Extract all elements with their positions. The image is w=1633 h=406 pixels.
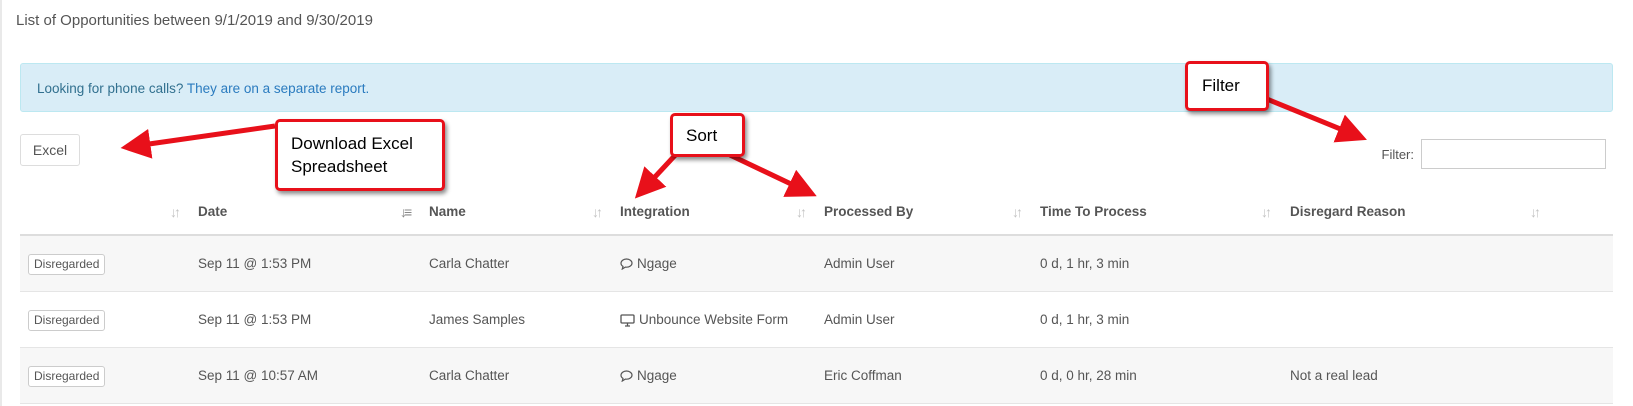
- cell-date: Sep 11 @ 1:53 PM: [198, 256, 312, 271]
- column-header-time-to-process[interactable]: Time To Process: [1040, 190, 1147, 234]
- cell-name: James Samples: [429, 312, 526, 327]
- column-header-date[interactable]: Date: [198, 190, 227, 234]
- page-title: List of Opportunities between 9/1/2019 a…: [16, 12, 373, 29]
- sort-icon[interactable]: ↓↑: [1261, 190, 1272, 234]
- annotation-filter: Filter: [1185, 61, 1269, 111]
- chat-bubble-icon: [620, 258, 633, 271]
- page-left-border: [0, 0, 2, 406]
- sort-active-icon[interactable]: ↓≡: [400, 190, 412, 234]
- filter-control: Filter:: [1381, 139, 1606, 169]
- arrow-to-sort-integration: [728, 152, 817, 197]
- cell-date: Sep 11 @ 1:53 PM: [198, 312, 312, 327]
- filter-label: Filter:: [1381, 146, 1415, 162]
- status-badge: Disregarded: [28, 254, 106, 275]
- column-header-integration[interactable]: Integration: [620, 190, 690, 234]
- cell-name: Carla Chatter: [429, 368, 510, 383]
- info-alert: Looking for phone calls? They are on a s…: [20, 63, 1613, 112]
- status-badge: Disregarded: [28, 366, 106, 387]
- separate-report-link[interactable]: They are on a separate report.: [187, 81, 369, 96]
- arrow-to-excel: [120, 123, 276, 159]
- table-row: Disregarded Sep 11 @ 10:57 AM Carla Chat…: [20, 348, 1613, 404]
- cell-time-to-process: 0 d, 1 hr, 3 min: [1040, 312, 1130, 327]
- sort-icon[interactable]: ↓↑: [796, 190, 807, 234]
- annotation-download-excel: Download Excel Spreadsheet: [275, 119, 445, 191]
- excel-button[interactable]: Excel: [20, 134, 80, 166]
- status-badge: Disregarded: [28, 310, 106, 331]
- sort-icon[interactable]: ↓↑: [592, 190, 603, 234]
- sort-icon[interactable]: ↓↑: [1012, 190, 1023, 234]
- table-header: ↓↑ Date ↓≡ Name ↓↑ Integration ↓↑ Proces…: [20, 190, 1613, 236]
- table-row: Disregarded Sep 11 @ 1:53 PM James Sampl…: [20, 292, 1613, 348]
- cell-processed-by: Eric Coffman: [824, 368, 902, 383]
- cell-integration: Unbounce Website Form: [620, 292, 788, 348]
- table-row: Disregarded Sep 11 @ 1:53 PM Carla Chatt…: [20, 236, 1613, 292]
- column-header-disregard-reason[interactable]: Disregard Reason: [1290, 190, 1406, 234]
- cell-date: Sep 11 @ 10:57 AM: [198, 368, 319, 383]
- chat-bubble-icon: [620, 370, 633, 383]
- cell-disregard-reason: Not a real lead: [1290, 368, 1378, 383]
- cell-time-to-process: 0 d, 0 hr, 28 min: [1040, 368, 1137, 383]
- cell-processed-by: Admin User: [824, 312, 895, 327]
- cell-name: Carla Chatter: [429, 256, 510, 271]
- sort-icon[interactable]: ↓↑: [170, 190, 181, 234]
- integration-label: Ngage: [637, 256, 677, 271]
- sort-icon[interactable]: ↓↑: [1530, 190, 1541, 234]
- column-header-name[interactable]: Name: [429, 190, 466, 234]
- cell-integration: Ngage: [620, 236, 677, 292]
- column-header-processed-by[interactable]: Processed By: [824, 190, 913, 234]
- cell-integration: Ngage: [620, 348, 677, 404]
- annotation-sort: Sort: [670, 113, 745, 157]
- cell-time-to-process: 0 d, 1 hr, 3 min: [1040, 256, 1130, 271]
- filter-input[interactable]: [1421, 139, 1606, 169]
- integration-label: Ngage: [637, 368, 677, 383]
- annotation-download-line1: Download Excel: [291, 134, 413, 153]
- integration-label: Unbounce Website Form: [639, 312, 789, 327]
- alert-text: Looking for phone calls?: [37, 81, 184, 96]
- annotation-download-line2: Spreadsheet: [291, 157, 388, 176]
- monitor-icon: [620, 314, 635, 327]
- cell-processed-by: Admin User: [824, 256, 895, 271]
